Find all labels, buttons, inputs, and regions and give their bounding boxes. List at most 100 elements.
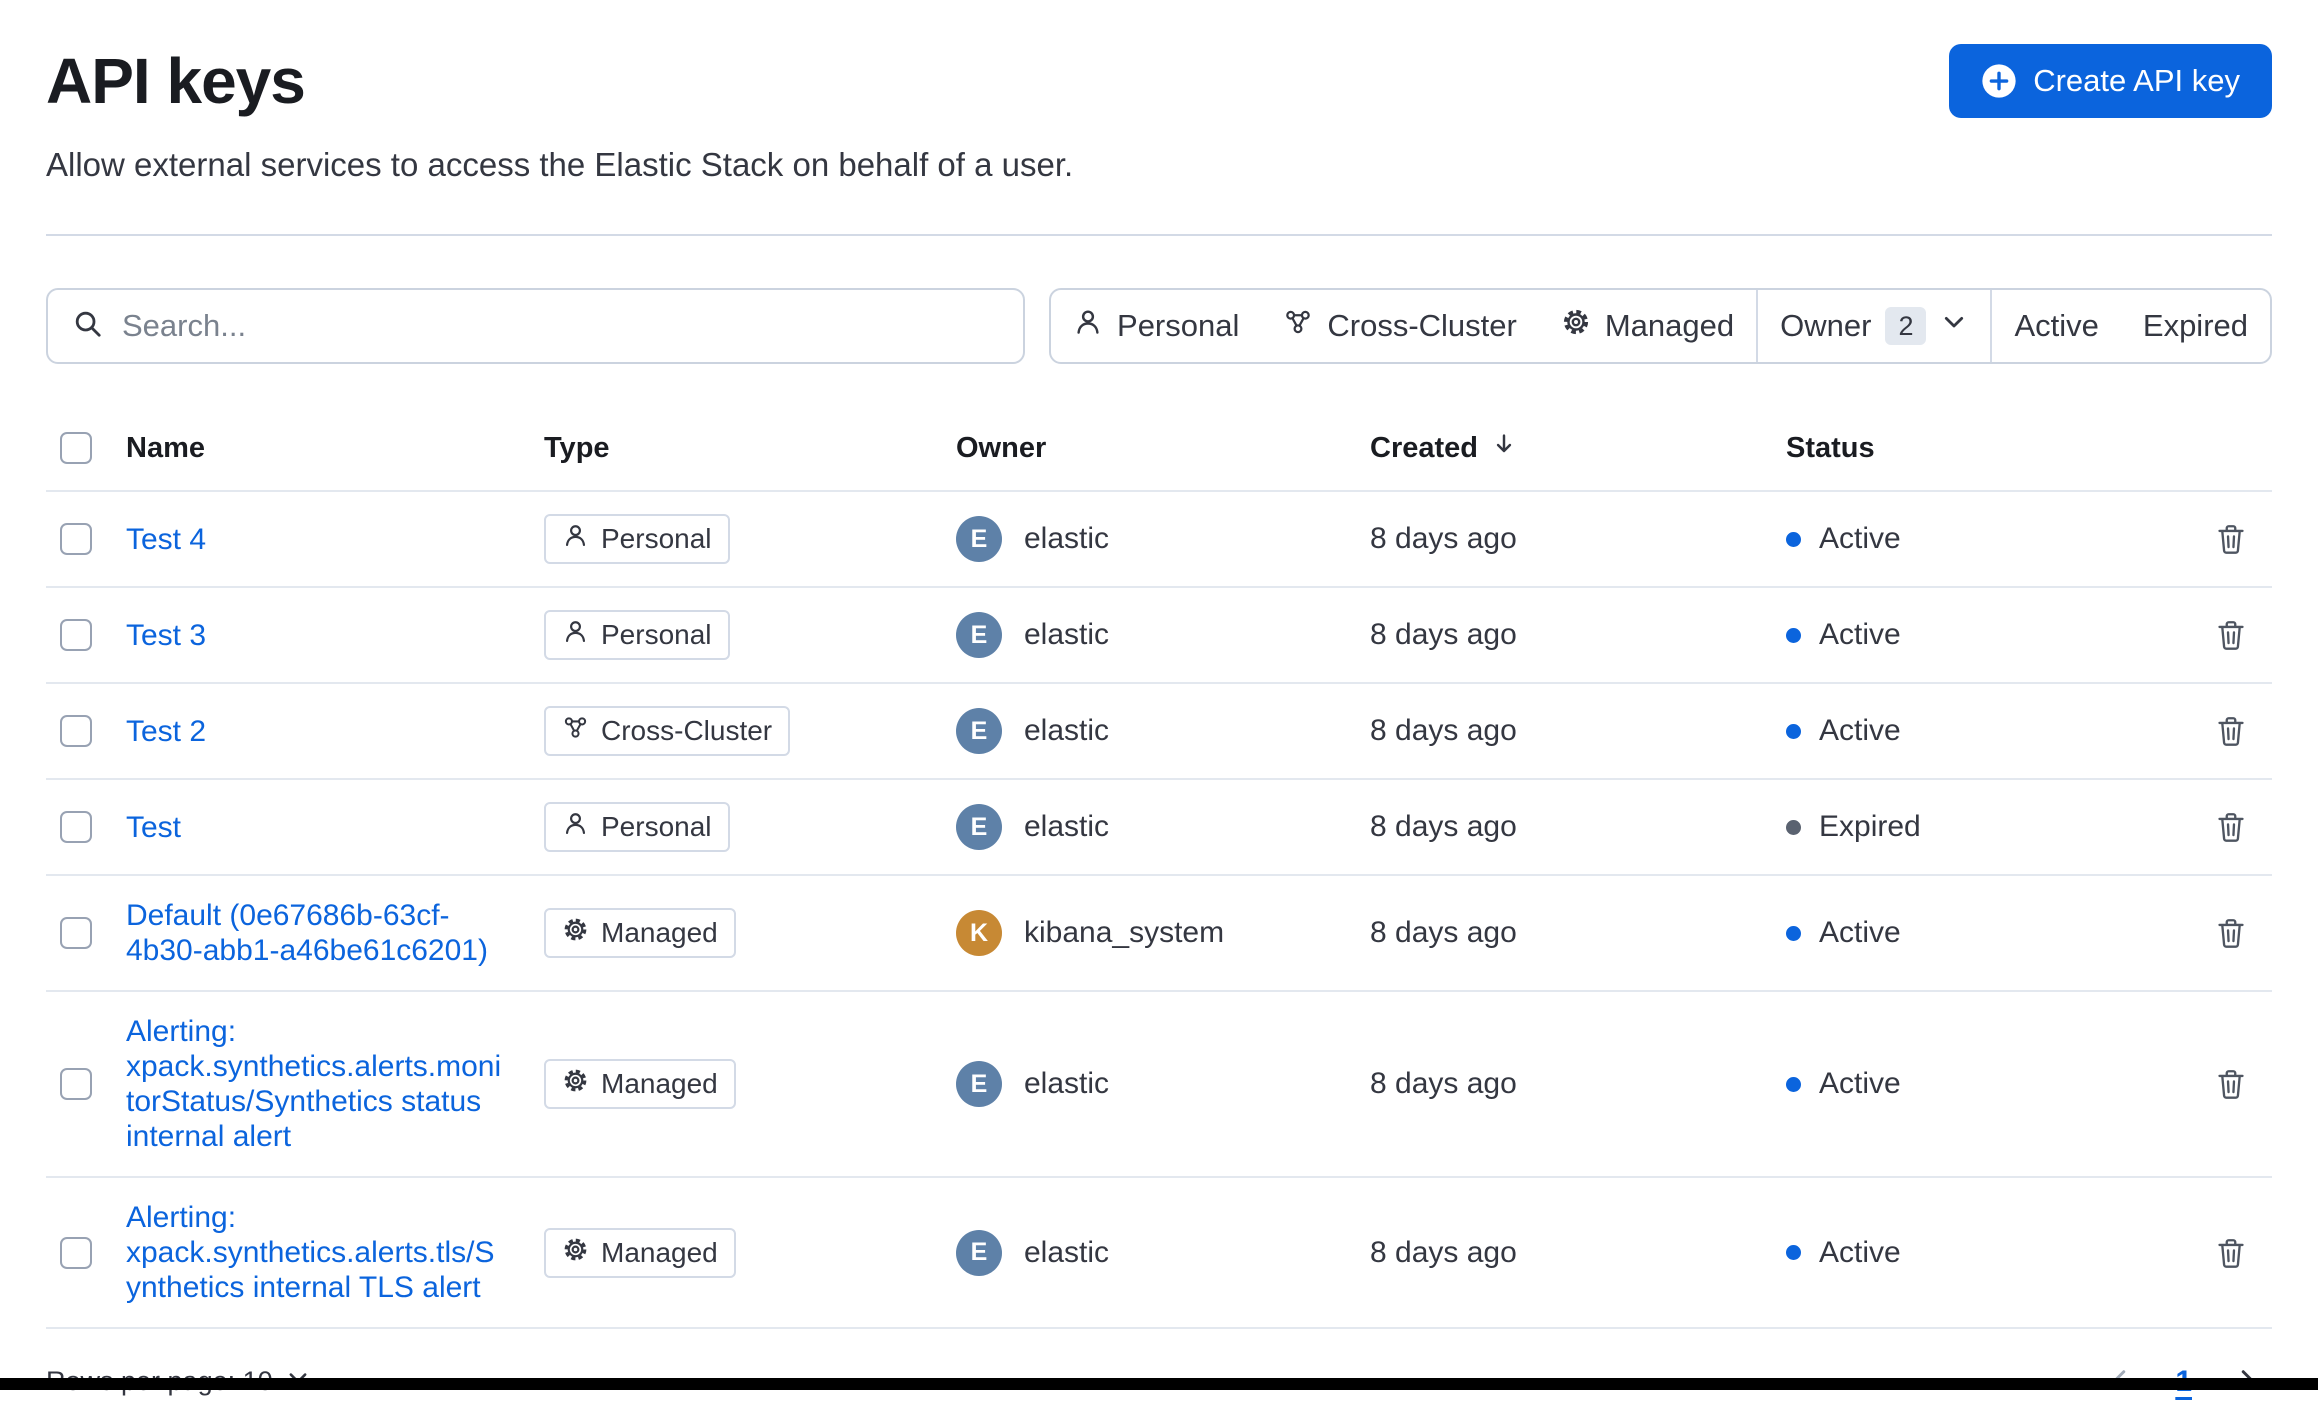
chevron-down-icon (1940, 308, 1968, 344)
type-badge-icon (562, 714, 589, 748)
type-badge: Managed (544, 1059, 736, 1109)
table-row: Alerting: xpack.synthetics.alerts.monito… (46, 990, 2272, 1176)
filter-cross-cluster-label: Cross-Cluster (1327, 308, 1517, 343)
create-api-key-button[interactable]: Create API key (1949, 44, 2272, 118)
column-header-created[interactable]: Created (1370, 430, 1786, 466)
delete-key-button[interactable] (2208, 1230, 2254, 1276)
column-header-type: Type (544, 431, 610, 464)
owner-name: elastic (1024, 714, 1110, 747)
row-checkbox[interactable] (60, 811, 92, 843)
status-label: Active (1819, 618, 1901, 651)
api-keys-page: API keys Create API key Allow external s… (0, 0, 2318, 1406)
api-key-name-link[interactable]: Test 2 (126, 714, 206, 749)
gear-icon (1561, 307, 1591, 345)
page-header: API keys Create API key (46, 0, 2272, 118)
type-badge-label: Cross-Cluster (601, 715, 773, 746)
row-checkbox[interactable] (60, 1068, 92, 1100)
table-row: Test 4 Personal E elastic 8 days ago Act… (46, 490, 2272, 586)
owner-name: elastic (1024, 810, 1110, 843)
api-key-name-link[interactable]: Alerting: xpack.synthetics.alerts.monito… (126, 1014, 504, 1154)
filter-owner-label: Owner (1780, 308, 1872, 343)
delete-key-button[interactable] (2208, 612, 2254, 658)
owner-name: elastic (1024, 1235, 1110, 1269)
screen-bottom-bar (0, 1378, 2318, 1390)
filter-expired[interactable]: Expired (2121, 290, 2270, 362)
type-badge: Personal (544, 514, 730, 564)
table-body: Test 4 Personal E elastic 8 days ago Act… (46, 490, 2272, 1327)
filter-personal[interactable]: Personal (1051, 290, 1261, 362)
filter-group: Personal Cross-Cluster Managed Owner 2 A… (1049, 288, 2272, 364)
table-row: Default (0e67686b-63cf-4b30-abb1-a46be61… (46, 874, 2272, 990)
created-cell: 8 days ago (1370, 810, 1517, 843)
owner-name: kibana_system (1024, 916, 1225, 949)
search-box (46, 288, 1026, 364)
status-dot (1786, 819, 1801, 835)
page-title: API keys (46, 45, 306, 117)
status-label: Active (1819, 916, 1901, 949)
row-checkbox[interactable] (60, 523, 92, 555)
delete-key-button[interactable] (2208, 708, 2254, 754)
table-header-row: Name Type Owner Created Status (46, 408, 2272, 490)
user-icon (1073, 307, 1103, 345)
table-row: Test Personal E elastic 8 days ago Expir… (46, 778, 2272, 874)
delete-key-button[interactable] (2208, 804, 2254, 850)
table-row: Alerting: xpack.synthetics.alerts.tls/Sy… (46, 1176, 2272, 1327)
type-badge-label: Personal (601, 619, 712, 650)
api-key-name-link[interactable]: Alerting: xpack.synthetics.alerts.tls/Sy… (126, 1200, 504, 1305)
type-badge-label: Managed (601, 1236, 718, 1268)
owner-avatar: E (956, 804, 1002, 850)
owner-avatar: K (956, 910, 1002, 956)
select-all-checkbox[interactable] (60, 432, 92, 464)
created-cell: 8 days ago (1370, 522, 1517, 555)
sort-arrow-down-icon (1490, 430, 1518, 466)
status-label: Expired (1819, 810, 1921, 843)
type-badge: Personal (544, 610, 730, 660)
status-label: Active (1819, 1067, 1901, 1100)
type-badge-icon (562, 916, 589, 950)
type-badge: Cross-Cluster (544, 706, 791, 756)
api-key-name-link[interactable]: Default (0e67686b-63cf-4b30-abb1-a46be61… (126, 898, 504, 968)
created-cell: 8 days ago (1370, 1067, 1517, 1100)
filter-cross-cluster[interactable]: Cross-Cluster (1261, 290, 1538, 362)
owner-name: elastic (1024, 1067, 1110, 1100)
created-cell: 8 days ago (1370, 714, 1517, 747)
type-badge: Managed (544, 908, 736, 958)
delete-key-button[interactable] (2208, 516, 2254, 562)
filter-managed[interactable]: Managed (1539, 290, 1756, 362)
type-badge-label: Personal (601, 523, 712, 554)
api-key-name-link[interactable]: Test (126, 810, 181, 845)
column-header-name: Name (126, 431, 205, 464)
row-checkbox[interactable] (60, 917, 92, 949)
trash-icon (2214, 1067, 2248, 1101)
type-badge-icon (562, 810, 589, 844)
header-divider (46, 234, 2272, 236)
owner-avatar: E (956, 1229, 1002, 1276)
search-input[interactable] (122, 308, 1000, 344)
api-key-name-link[interactable]: Test 3 (126, 618, 206, 653)
filter-personal-label: Personal (1117, 308, 1240, 343)
status-dot (1786, 531, 1801, 547)
filter-owner[interactable]: Owner 2 (1758, 290, 1990, 362)
toolbar: Personal Cross-Cluster Managed Owner 2 (46, 288, 2272, 364)
table-row: Test 3 Personal E elastic 8 days ago Act… (46, 586, 2272, 682)
status-label: Active (1819, 714, 1901, 747)
filter-active[interactable]: Active (1992, 290, 2120, 362)
owner-avatar: E (956, 516, 1002, 562)
type-badge-icon (562, 1236, 589, 1270)
row-checkbox[interactable] (60, 1236, 92, 1269)
trash-icon (2214, 916, 2248, 950)
trash-icon (2214, 714, 2248, 748)
delete-key-button[interactable] (2208, 910, 2254, 956)
create-api-key-label: Create API key (2033, 63, 2240, 98)
row-checkbox[interactable] (60, 619, 92, 651)
type-badge-label: Personal (601, 811, 712, 842)
api-key-name-link[interactable]: Test 4 (126, 522, 206, 557)
filter-expired-label: Expired (2142, 308, 2248, 343)
status-label: Active (1819, 1235, 1901, 1269)
column-header-owner: Owner (956, 431, 1047, 464)
type-badge-label: Managed (601, 917, 718, 948)
delete-key-button[interactable] (2208, 1061, 2254, 1107)
owner-name: elastic (1024, 618, 1110, 651)
row-checkbox[interactable] (60, 715, 92, 747)
cluster-icon (1283, 307, 1313, 345)
